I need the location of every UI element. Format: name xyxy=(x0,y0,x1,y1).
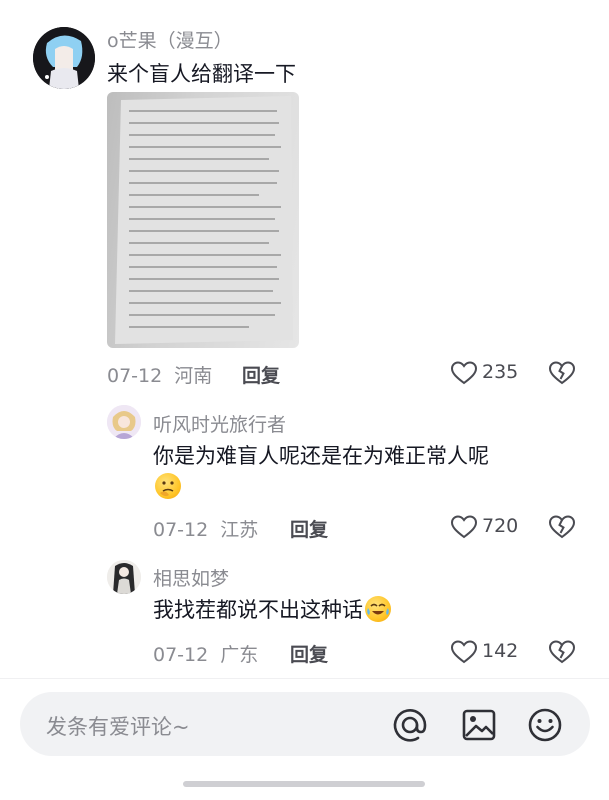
smiley-icon[interactable] xyxy=(526,706,564,744)
home-indicator[interactable] xyxy=(183,781,425,787)
broken-heart-icon[interactable] xyxy=(548,360,576,386)
comment-input-placeholder[interactable]: 发条有爱评论~ xyxy=(46,711,190,741)
comment-text-line2 xyxy=(153,473,181,499)
heart-outline-icon[interactable] xyxy=(450,639,478,665)
comment-meta: 07-12 广东 xyxy=(153,640,258,667)
like-count: 720 xyxy=(482,515,519,537)
braille-paper-image xyxy=(115,96,293,344)
comment-meta: 07-12 江苏 xyxy=(153,515,258,542)
comment-location: 广东 xyxy=(220,644,259,666)
comment-date: 07-12 xyxy=(153,519,209,541)
reply-button[interactable]: 回复 xyxy=(290,515,328,542)
broken-heart-icon[interactable] xyxy=(548,639,576,665)
avatar[interactable] xyxy=(107,405,141,439)
comment-text-line: 我找茬都说不出这种话 xyxy=(153,594,391,624)
avatar[interactable] xyxy=(107,560,141,594)
avatar[interactable] xyxy=(33,27,95,89)
at-icon[interactable] xyxy=(391,706,429,744)
tears-of-joy-emoji-icon xyxy=(365,596,391,622)
heart-outline-icon[interactable] xyxy=(450,514,478,540)
avatar-image xyxy=(107,560,141,594)
image-icon[interactable] xyxy=(460,706,498,744)
comment-text: 来个盲人给翻译一下 xyxy=(107,62,296,86)
comment-meta: 07-12 河南 xyxy=(107,361,212,388)
like-count: 235 xyxy=(482,361,519,383)
username[interactable]: o芒果（漫互） xyxy=(107,26,233,53)
comment-location: 江苏 xyxy=(220,519,259,541)
avatar-image xyxy=(107,405,141,439)
comment-date: 07-12 xyxy=(107,365,163,387)
like-count: 142 xyxy=(482,640,519,662)
heart-outline-icon[interactable] xyxy=(450,360,478,386)
comment-date: 07-12 xyxy=(153,644,209,666)
comment-composer[interactable]: 发条有爱评论~ xyxy=(20,692,590,756)
comment-location: 河南 xyxy=(174,365,213,387)
avatar-image xyxy=(33,27,95,89)
username[interactable]: 听风时光旅行者 xyxy=(153,410,286,437)
reply-button[interactable]: 回复 xyxy=(242,361,280,388)
comment-image[interactable] xyxy=(107,92,299,348)
reply-button[interactable]: 回复 xyxy=(290,640,328,667)
divider xyxy=(0,678,609,679)
thinking-emoji-icon xyxy=(155,473,181,499)
comment-text: 你是为难盲人呢还是在为难正常人呢 xyxy=(153,444,489,468)
broken-heart-icon[interactable] xyxy=(548,514,576,540)
username[interactable]: 相思如梦 xyxy=(153,564,229,591)
comment-text: 我找茬都说不出这种话 xyxy=(153,598,363,622)
